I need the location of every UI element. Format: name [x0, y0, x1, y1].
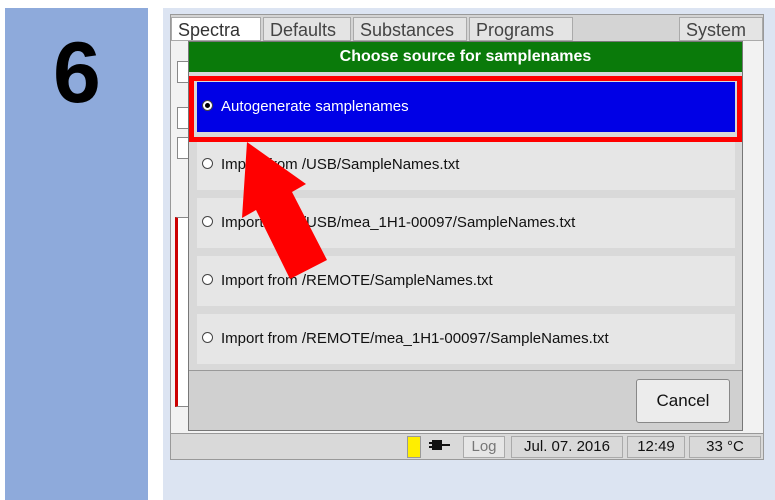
red-arrow-icon: [242, 142, 327, 279]
red-arrow-icon: [242, 142, 327, 279]
